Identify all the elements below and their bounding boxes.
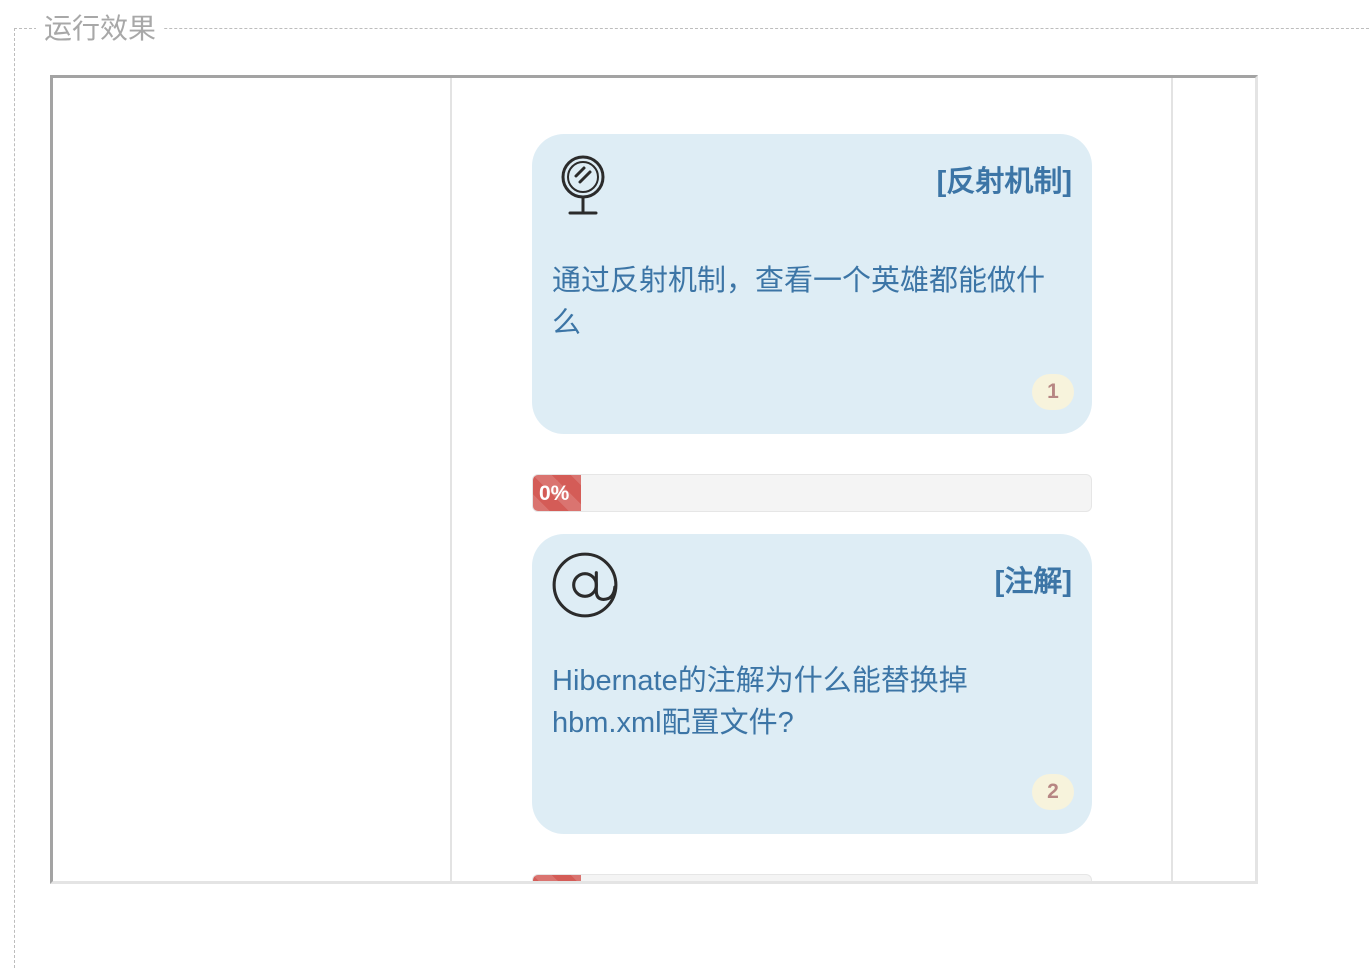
card-number-badge: 1 <box>1032 374 1074 410</box>
at-sign-icon <box>552 552 618 618</box>
progress-bar: 0% <box>532 474 1092 512</box>
progress-fill: 0% <box>533 475 581 511</box>
preview-frame: [反射机制] 通过反射机制，查看一个英雄都能做什么 1 0% [注解] Hibe… <box>50 75 1258 884</box>
column-divider-left <box>450 78 452 881</box>
card-description[interactable]: 通过反射机制，查看一个英雄都能做什么 <box>552 260 1072 344</box>
progress-bar <box>532 874 1092 881</box>
fieldset-legend: 运行效果 <box>36 10 165 48</box>
mirror-icon <box>561 155 605 215</box>
card-category: [注解] <box>994 566 1072 598</box>
card-number-badge: 2 <box>1032 774 1074 810</box>
topic-card[interactable]: [反射机制] 通过反射机制，查看一个英雄都能做什么 1 <box>532 134 1092 434</box>
card-description[interactable]: Hibernate的注解为什么能替换掉hbm.xml配置文件? <box>552 660 1072 744</box>
card-category: [反射机制] <box>936 166 1072 198</box>
topic-card[interactable]: [注解] Hibernate的注解为什么能替换掉hbm.xml配置文件? 2 <box>532 534 1092 834</box>
progress-fill <box>533 875 581 881</box>
column-divider-right <box>1171 78 1173 881</box>
